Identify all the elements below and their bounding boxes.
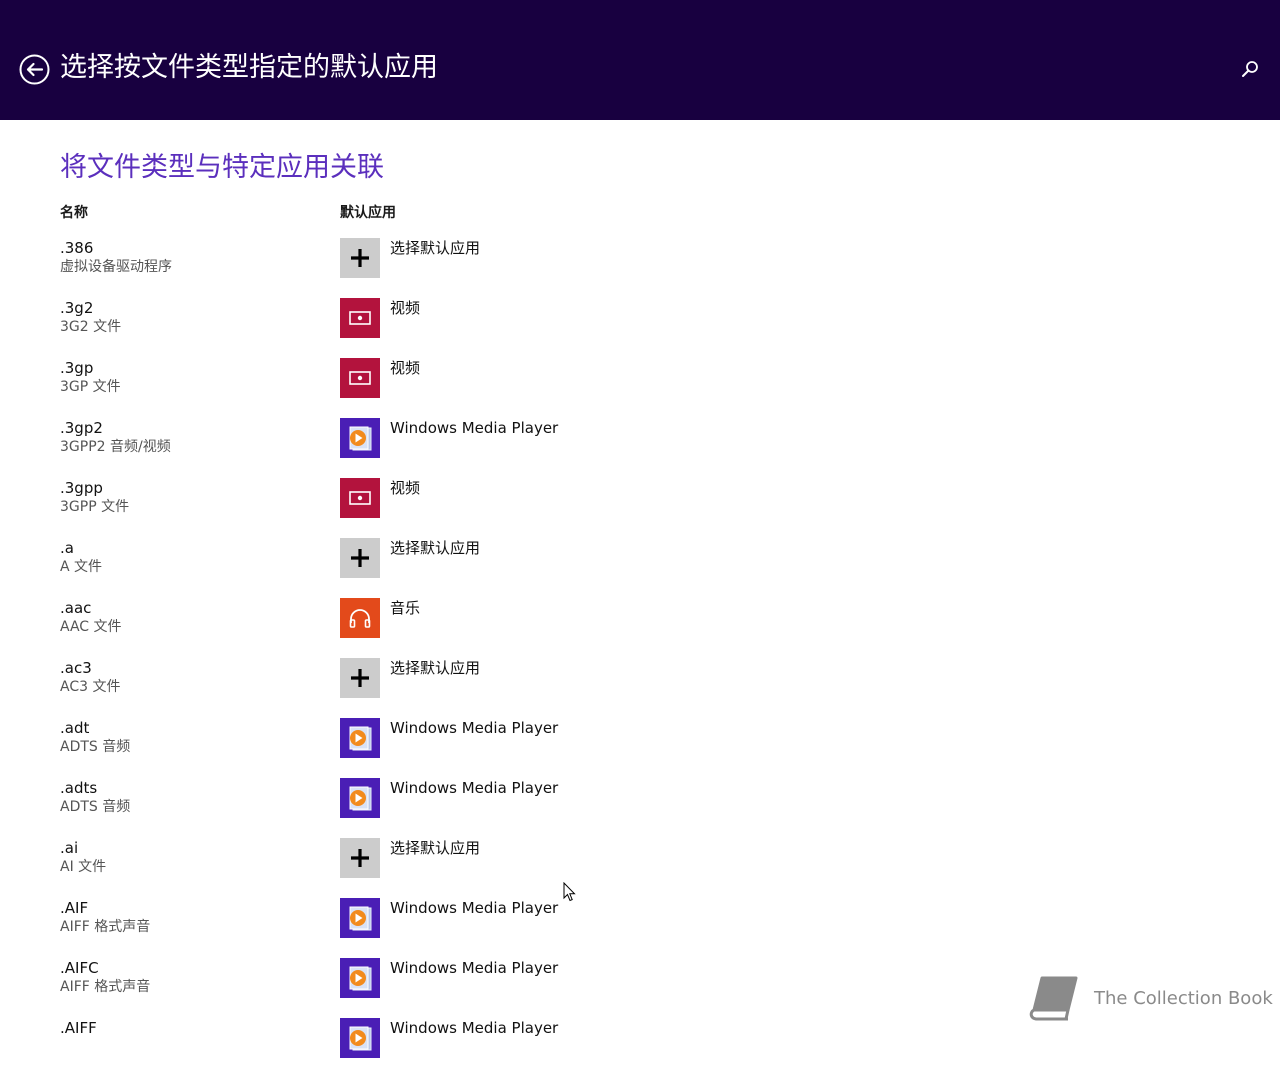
file-type-description: ADTS 音频 <box>60 739 131 755</box>
file-type-description: AC3 文件 <box>60 679 121 695</box>
file-type-row: .AIF AIFF 格式声音 Windows Media Player <box>0 898 700 958</box>
back-arrow-icon[interactable] <box>19 54 50 85</box>
plus-icon <box>340 538 380 578</box>
default-app-name: 视频 <box>390 359 421 377</box>
page-title: 选择按文件类型指定的默认应用 <box>60 52 438 83</box>
file-extension: .ai <box>60 839 79 857</box>
file-type-row: .3gpp 3GPP 文件 视频 <box>0 478 700 538</box>
file-extension: .AIFF <box>60 1019 97 1037</box>
default-app-button[interactable]: 选择默认应用 <box>340 238 600 278</box>
file-type-row: .adts ADTS 音频 Windows Media Player <box>0 778 700 838</box>
default-app-button[interactable]: Windows Media Player <box>340 898 600 938</box>
file-type-description: 虚拟设备驱动程序 <box>60 259 172 275</box>
file-type-description: AIFF 格式声音 <box>60 979 151 995</box>
default-app-name: Windows Media Player <box>390 959 559 977</box>
file-extension: .3g2 <box>60 299 94 317</box>
headphones-icon <box>340 598 380 638</box>
media-player-icon <box>340 418 380 458</box>
file-type-row: .3gp 3GP 文件 视频 <box>0 358 700 418</box>
section-title: 将文件类型与特定应用关联 <box>60 152 384 183</box>
default-app-button[interactable]: 选择默认应用 <box>340 658 600 698</box>
default-app-name: 音乐 <box>390 599 421 617</box>
file-extension: .a <box>60 539 74 557</box>
file-type-row: .aac AAC 文件 音乐 <box>0 598 700 658</box>
file-extension: .3gp2 <box>60 419 103 437</box>
search-icon[interactable] <box>1241 60 1259 78</box>
default-app-name: Windows Media Player <box>390 419 559 437</box>
file-type-description: 3G2 文件 <box>60 319 122 335</box>
default-app-name: Windows Media Player <box>390 779 559 797</box>
default-app-name: 视频 <box>390 479 421 497</box>
file-type-description: AIFF 格式声音 <box>60 919 151 935</box>
watermark-text: The Collection Book <box>1094 988 1273 1009</box>
file-extension: .aac <box>60 599 92 617</box>
media-player-icon <box>340 1018 380 1058</box>
plus-icon <box>340 658 380 698</box>
default-app-button[interactable]: 视频 <box>340 358 600 398</box>
default-app-name: Windows Media Player <box>390 899 559 917</box>
file-type-description: AAC 文件 <box>60 619 122 635</box>
file-type-row: .AIFC AIFF 格式声音 Windows Media Player <box>0 958 700 1018</box>
file-extension: .adt <box>60 719 90 737</box>
file-type-description: 3GPP2 音频/视频 <box>60 439 171 455</box>
default-app-button[interactable]: Windows Media Player <box>340 718 600 758</box>
file-type-row: .ai AI 文件 选择默认应用 <box>0 838 700 898</box>
file-type-description: AI 文件 <box>60 859 107 875</box>
file-type-row: .AIFF Windows Media Player <box>0 1018 700 1078</box>
default-app-name: 选择默认应用 <box>390 659 481 677</box>
default-app-name: 视频 <box>390 299 421 317</box>
video-icon <box>340 478 380 518</box>
default-app-button[interactable]: 视频 <box>340 478 600 518</box>
column-header-name: 名称 <box>60 205 88 221</box>
default-app-button[interactable]: Windows Media Player <box>340 418 600 458</box>
default-app-button[interactable]: 选择默认应用 <box>340 538 600 578</box>
file-type-description: 3GP 文件 <box>60 379 121 395</box>
file-extension: .AIF <box>60 899 89 917</box>
plus-icon <box>340 238 380 278</box>
watermark: The Collection Book <box>1028 974 1273 1024</box>
file-type-row: .3g2 3G2 文件 视频 <box>0 298 700 358</box>
video-icon <box>340 298 380 338</box>
default-app-name: Windows Media Player <box>390 1019 559 1037</box>
file-extension: .3gpp <box>60 479 103 497</box>
plus-icon <box>340 838 380 878</box>
default-app-name: 选择默认应用 <box>390 239 481 257</box>
default-app-button[interactable]: Windows Media Player <box>340 778 600 818</box>
file-type-description: A 文件 <box>60 559 103 575</box>
default-app-button[interactable]: Windows Media Player <box>340 958 600 998</box>
file-type-row: .adt ADTS 音频 Windows Media Player <box>0 718 700 778</box>
default-app-name: Windows Media Player <box>390 719 559 737</box>
default-app-button[interactable]: 选择默认应用 <box>340 838 600 878</box>
file-extension: .386 <box>60 239 94 257</box>
book-logo-icon <box>1029 976 1078 1021</box>
file-type-row: .3gp2 3GPP2 音频/视频 Windows Media Player <box>0 418 700 478</box>
file-extension: .3gp <box>60 359 94 377</box>
file-type-row: .a A 文件 选择默认应用 <box>0 538 700 598</box>
file-type-row: .ac3 AC3 文件 选择默认应用 <box>0 658 700 718</box>
media-player-icon <box>340 958 380 998</box>
app-header: 选择按文件类型指定的默认应用 <box>0 0 1280 120</box>
default-app-button[interactable]: 音乐 <box>340 598 600 638</box>
default-app-button[interactable]: Windows Media Player <box>340 1018 600 1058</box>
file-extension: .ac3 <box>60 659 92 677</box>
default-app-button[interactable]: 视频 <box>340 298 600 338</box>
file-type-row: .386 虚拟设备驱动程序 选择默认应用 <box>0 238 700 298</box>
default-app-name: 选择默认应用 <box>390 839 481 857</box>
video-icon <box>340 358 380 398</box>
media-player-icon <box>340 718 380 758</box>
media-player-icon <box>340 898 380 938</box>
file-type-description: 3GPP 文件 <box>60 499 130 515</box>
file-extension: .adts <box>60 779 98 797</box>
file-extension: .AIFC <box>60 959 99 977</box>
media-player-icon <box>340 778 380 818</box>
default-app-name: 选择默认应用 <box>390 539 481 557</box>
file-type-list: .386 虚拟设备驱动程序 选择默认应用 .3g2 3G2 文件 视频 .3gp 3GP 文件… <box>0 238 1280 1078</box>
mouse-cursor-icon <box>563 882 576 902</box>
file-type-description: ADTS 音频 <box>60 799 131 815</box>
column-header-default-app: 默认应用 <box>340 205 396 221</box>
